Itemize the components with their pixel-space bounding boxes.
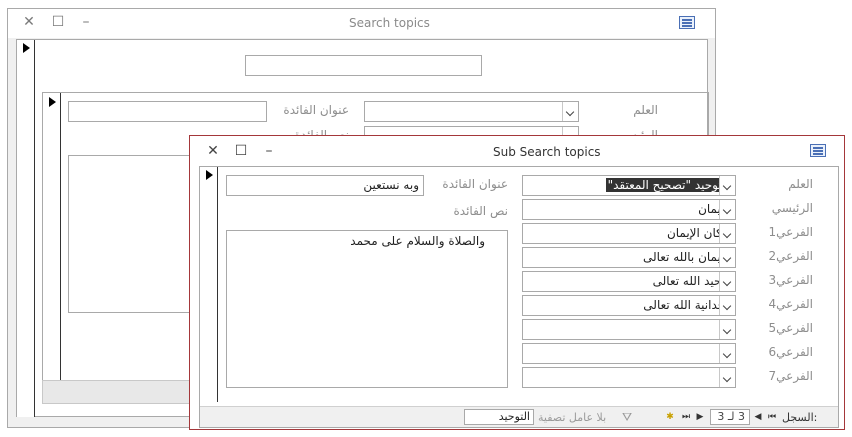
benefit-title-input[interactable] <box>68 101 267 122</box>
sub4-value: وحدانية الله تعالى <box>643 298 731 312</box>
benefit-text-area[interactable]: والصلاة والسلام على محمد <box>226 230 508 388</box>
sub3-combo[interactable]: توحيد الله تعالى <box>522 271 736 292</box>
chevron-down-icon[interactable] <box>719 200 735 219</box>
record-selector[interactable] <box>17 40 35 417</box>
sub4-label: الفرعي4 <box>768 297 813 311</box>
new-record-icon[interactable]: ✱ <box>664 412 676 422</box>
next-record-icon[interactable]: ▶ <box>694 412 706 422</box>
close-icon[interactable]: ✕ <box>205 144 221 158</box>
knowledge-label: العلم <box>633 103 658 117</box>
window-title: Sub Search topics <box>493 145 601 159</box>
maximize-icon[interactable]: ☐ <box>233 144 249 158</box>
current-record-icon <box>206 170 213 180</box>
record-navigation-bar: السجل: ⏮ ◀ 3 لـ 3 ▶ ⏭ ✱ ⛛ بلا عامل تصفية… <box>200 406 838 427</box>
chevron-down-icon[interactable] <box>719 344 735 363</box>
chevron-down-icon[interactable] <box>719 272 735 291</box>
chevron-down-icon[interactable] <box>719 176 735 195</box>
title-bar: ✕ ☐ – Sub Search topics <box>190 136 844 166</box>
benefit-text-value: والصلاة والسلام على محمد <box>350 234 485 248</box>
record-selector[interactable] <box>200 167 218 402</box>
sub5-combo[interactable] <box>522 319 736 340</box>
last-record-icon[interactable]: ⏭ <box>680 412 692 422</box>
current-record-icon <box>49 97 56 107</box>
benefit-text-area[interactable] <box>68 155 201 313</box>
chevron-down-icon[interactable] <box>719 320 735 339</box>
benefit-text-label: نص الفائدة <box>453 204 509 218</box>
sub5-label: الفرعي5 <box>768 321 813 335</box>
form-body: وبه نستعين عنوان الفائدة نص الفائدة والص… <box>199 166 839 428</box>
chevron-down-icon[interactable] <box>719 296 735 315</box>
sub6-label: الفرعي6 <box>768 345 813 359</box>
sub2-combo[interactable]: الإيمان بالله تعالى <box>522 247 736 268</box>
benefit-title-label: عنوان الفائدة <box>283 103 349 117</box>
sub1-combo[interactable]: أركان الإيمان <box>522 223 736 244</box>
search-input[interactable] <box>245 55 482 76</box>
benefit-title-value: وبه نستعين <box>363 178 419 192</box>
sub1-label: الفرعي1 <box>768 225 813 239</box>
knowledge-combo[interactable] <box>364 101 579 122</box>
maximize-icon[interactable]: ☐ <box>50 15 66 29</box>
chevron-down-icon[interactable] <box>719 224 735 243</box>
benefit-title-label: عنوان الفائدة <box>442 177 508 191</box>
search-box[interactable]: التوحيد <box>464 409 534 425</box>
first-record-icon[interactable]: ⏮ <box>766 412 778 422</box>
record-position-input[interactable]: 3 لـ 3 <box>710 409 750 425</box>
close-icon[interactable]: ✕ <box>21 15 37 29</box>
sub3-label: الفرعي3 <box>768 273 813 287</box>
sub7-label: الفرعي7 <box>768 369 813 383</box>
subform-record-selector[interactable] <box>43 93 61 391</box>
knowledge-value: التوحيد "تصحيح المعتقد" <box>605 178 731 192</box>
chevron-down-icon[interactable] <box>719 368 735 387</box>
record-position-value: 3 لـ 3 <box>717 410 745 423</box>
window-title: Search topics <box>349 16 430 30</box>
filter-icon[interactable]: ⛛ <box>622 410 632 425</box>
previous-record-icon[interactable]: ◀ <box>752 412 764 422</box>
knowledge-label: العلم <box>788 177 813 191</box>
sub4-combo[interactable]: وحدانية الله تعالى <box>522 295 736 316</box>
knowledge-combo[interactable]: التوحيد "تصحيح المعتقد" <box>522 175 736 196</box>
scroll-area <box>42 380 192 404</box>
sub7-combo[interactable] <box>522 367 736 388</box>
benefit-title-input[interactable]: وبه نستعين <box>226 175 424 196</box>
minimize-icon[interactable]: – <box>261 144 277 158</box>
main-combo[interactable]: الإيمان <box>522 199 736 220</box>
title-bar: ✕ ☐ – Search topics <box>8 9 715 38</box>
sub6-combo[interactable] <box>522 343 736 364</box>
main-label: الرئيسي <box>771 201 813 215</box>
form-app-icon <box>679 16 695 29</box>
record-label: السجل: <box>782 411 818 424</box>
sub2-value: الإيمان بالله تعالى <box>642 250 731 264</box>
form-app-icon <box>810 144 826 157</box>
chevron-down-icon[interactable] <box>719 248 735 267</box>
sub2-label: الفرعي2 <box>768 249 813 263</box>
filter-label[interactable]: بلا عامل تصفية <box>538 411 606 424</box>
minimize-icon[interactable]: – <box>78 15 94 29</box>
sub-search-topics-window: ✕ ☐ – Sub Search topics وبه نستعين عنوان… <box>189 135 845 430</box>
chevron-down-icon[interactable] <box>562 102 578 121</box>
current-record-icon <box>23 43 30 53</box>
search-value: التوحيد <box>498 410 530 423</box>
